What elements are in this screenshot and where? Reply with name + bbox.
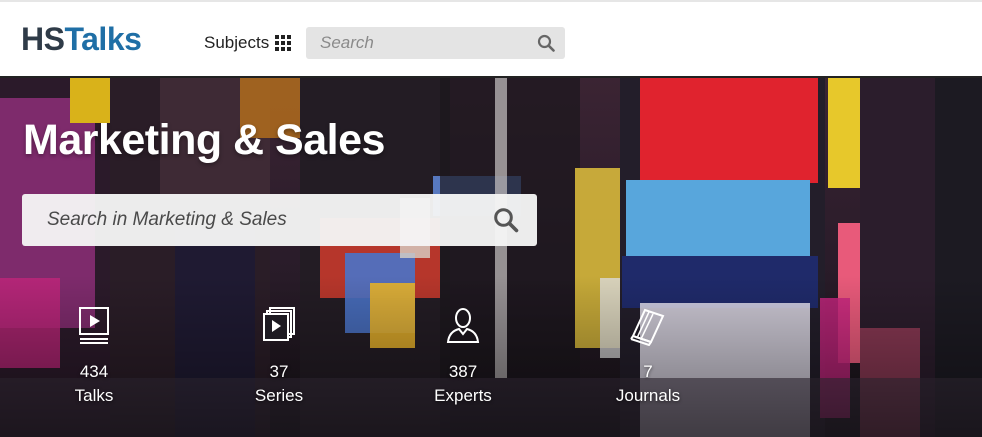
hstalks-logo[interactable]: HSTalks xyxy=(21,21,142,57)
stat-experts[interactable]: 387 Experts xyxy=(408,306,518,407)
subjects-label: Subjects xyxy=(204,33,270,52)
search-icon[interactable] xyxy=(493,207,519,238)
logo-text-hs: HS xyxy=(21,21,65,57)
stat-journals[interactable]: 7 Journals xyxy=(593,306,703,407)
subject-hero-banner: Marketing & Sales 434 Talks xyxy=(0,78,982,437)
search-icon[interactable] xyxy=(537,34,555,57)
grid-icon xyxy=(275,35,292,51)
stat-label: Experts xyxy=(434,386,492,405)
stat-series[interactable]: 37 Series xyxy=(224,306,334,407)
user-icon xyxy=(408,306,518,346)
stat-talks[interactable]: 434 Talks xyxy=(39,306,149,407)
subject-search-box xyxy=(22,194,537,246)
stat-label: Journals xyxy=(615,386,681,405)
stat-label: Talks xyxy=(74,386,114,405)
stat-value: 37 xyxy=(269,362,289,381)
subject-search-input[interactable] xyxy=(22,194,482,246)
header-search-input[interactable] xyxy=(306,27,526,59)
stat-value: 387 xyxy=(448,362,478,381)
header-search-box xyxy=(306,27,565,59)
stat-value: 7 xyxy=(643,362,653,381)
stat-label: Series xyxy=(254,386,304,405)
series-icon xyxy=(224,306,334,346)
subjects-menu-button[interactable]: Subjects xyxy=(204,31,292,55)
book-icon xyxy=(593,306,703,347)
top-navigation-bar: HSTalks Subjects xyxy=(0,0,982,78)
video-icon xyxy=(39,306,149,346)
logo-text-talks: Talks xyxy=(64,21,142,57)
page-title: Marketing & Sales xyxy=(23,116,385,164)
stat-value: 434 xyxy=(79,362,109,381)
